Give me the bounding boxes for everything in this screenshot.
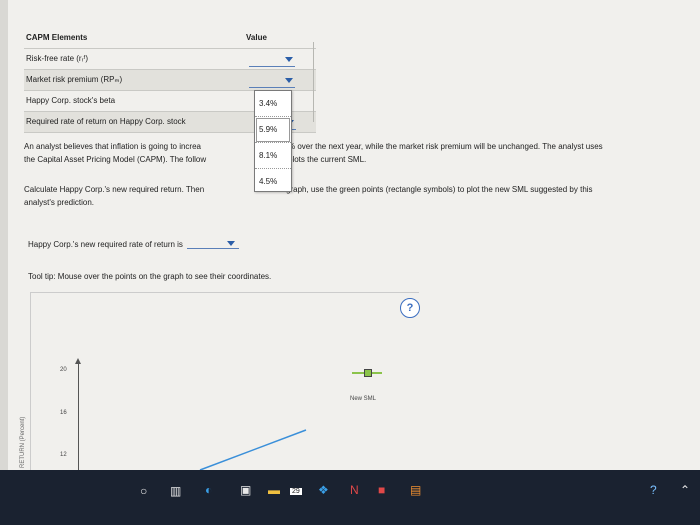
dropbox-icon[interactable]: ❖ [318, 483, 329, 497]
current-sml-segment [199, 429, 307, 471]
app-red-icon[interactable]: ■ [378, 483, 385, 497]
new-sml-legend-label: New SML [350, 396, 377, 402]
search-icon[interactable]: ○ [140, 484, 147, 498]
tray-help-icon[interactable]: ? [650, 483, 657, 497]
task-view-icon[interactable]: ▥ [170, 484, 181, 498]
chevron-up-icon[interactable]: ⌃ [680, 483, 690, 497]
store-icon[interactable]: ▣ [240, 483, 251, 497]
app-n-icon[interactable]: N [350, 483, 359, 497]
files-icon[interactable]: ▬ [268, 483, 280, 497]
current-sml-line [199, 429, 307, 471]
taskbar: ○ ▥ ◐ ▣ ▬ 29 ❖ N ■ ▤ ? ⌃ [0, 470, 700, 525]
new-sml-point-tool[interactable] [364, 369, 372, 377]
app-image-icon[interactable]: ▤ [410, 483, 421, 497]
calendar-badge[interactable]: 29 [290, 488, 302, 495]
edge-icon[interactable]: ◐ [205, 483, 212, 497]
